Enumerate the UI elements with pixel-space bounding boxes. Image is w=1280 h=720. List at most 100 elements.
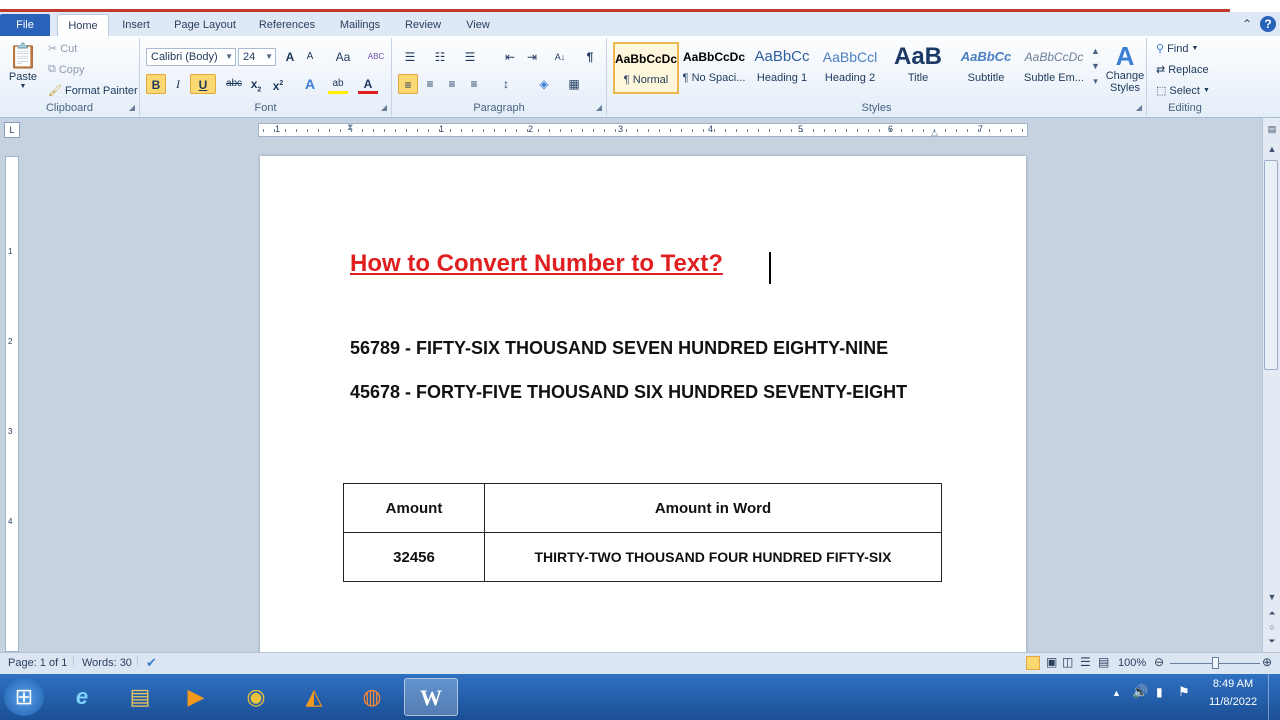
font-name-combo[interactable]: Calibri (Body) ▼ (146, 48, 236, 66)
internet-explorer-icon[interactable]: e (62, 678, 102, 716)
clock-time[interactable]: 8:49 AM (1206, 678, 1260, 690)
tab-selector[interactable]: L (4, 122, 20, 138)
text-effects-button[interactable]: A (300, 74, 320, 94)
firefox-icon[interactable]: ◍ (352, 678, 392, 716)
zoom-level[interactable]: 100% (1118, 657, 1146, 669)
styles-scroll[interactable]: ▲ ▼ ▾ (1091, 46, 1100, 87)
vertical-ruler[interactable]: 1 2 3 4 (5, 156, 19, 652)
align-right-button[interactable]: ≡ (442, 74, 462, 94)
full-screen-icon[interactable]: ▣ (1046, 655, 1057, 669)
dialog-launcher-icon[interactable]: ◢ (129, 103, 135, 112)
numbering-button[interactable]: ☷ (430, 47, 450, 67)
tab-page-layout[interactable]: Page Layout (168, 14, 242, 36)
show-desktop-button[interactable] (1268, 674, 1280, 720)
underline-button[interactable]: U (190, 74, 216, 94)
start-button[interactable]: ⊞ (4, 678, 44, 716)
shrink-font-button[interactable]: A (300, 47, 320, 67)
cut-button[interactable]: ✂ Cut (48, 42, 77, 56)
scroll-up-icon[interactable]: ▲ (1265, 142, 1279, 156)
table-header[interactable]: Amount in Word (484, 483, 942, 533)
web-layout-icon[interactable]: ◫ (1062, 655, 1073, 669)
table-header[interactable]: Amount (343, 483, 485, 533)
zoom-in-icon[interactable]: ⊕ (1262, 655, 1272, 669)
next-page-icon[interactable]: ⏷ (1265, 634, 1279, 648)
tab-home[interactable]: Home (57, 14, 109, 36)
horizontal-ruler[interactable]: 1 1 2 3 4 5 6 7 ⧗ △ (258, 122, 1028, 137)
chrome-icon[interactable]: ◉ (236, 678, 276, 716)
tab-view[interactable]: View (458, 14, 498, 36)
sort-button[interactable]: A↓ (550, 47, 570, 67)
italic-button[interactable]: I (168, 74, 188, 94)
highlight-button[interactable]: ab (328, 74, 348, 94)
style-no-spacing[interactable]: AaBbCcDc ¶ No Spaci... (681, 42, 747, 94)
find-button[interactable]: ⚲ Find ▼ (1156, 42, 1198, 56)
zoom-slider-thumb[interactable] (1212, 657, 1219, 669)
action-center-icon[interactable]: ⚑ (1178, 684, 1190, 700)
word-count[interactable]: Words: 30 (82, 657, 132, 669)
table-cell[interactable]: THIRTY-TWO THOUSAND FOUR HUNDRED FIFTY-S… (484, 532, 942, 582)
increase-indent-button[interactable]: ⇥ (522, 47, 542, 67)
clear-formatting-button[interactable]: ABC (366, 47, 386, 67)
scroll-down-icon[interactable]: ▼ (1265, 590, 1279, 604)
ruler-toggle-icon[interactable]: ▤ (1265, 122, 1279, 136)
tray-expand-icon[interactable]: ▲ (1112, 688, 1121, 698)
tab-review[interactable]: Review (400, 14, 446, 36)
clock-date[interactable]: 11/8/2022 (1206, 696, 1260, 708)
style-heading-1[interactable]: AaBbCc Heading 1 (749, 42, 815, 94)
multilevel-list-button[interactable]: ☰ (460, 47, 480, 67)
table-cell[interactable]: 32456 (343, 532, 485, 582)
style-subtle-emphasis[interactable]: AaBbCcDc Subtle Em... (1021, 42, 1087, 94)
dialog-launcher-icon[interactable]: ◢ (596, 103, 602, 112)
network-icon[interactable]: ▮ (1156, 685, 1163, 699)
document-title[interactable]: How to Convert Number to Text? (350, 250, 723, 278)
zoom-out-icon[interactable]: ⊖ (1154, 655, 1164, 669)
line-spacing-button[interactable]: ↕ (496, 74, 516, 94)
word-taskbar-icon[interactable]: W (404, 678, 458, 716)
tab-file[interactable]: File (0, 14, 50, 36)
style-heading-2[interactable]: AaBbCcl Heading 2 (817, 42, 883, 94)
volume-icon[interactable]: 🔊 (1132, 684, 1148, 700)
change-styles-button[interactable]: A Change Styles (1103, 42, 1147, 94)
media-player-icon[interactable]: ▶ (176, 678, 216, 716)
document-line[interactable]: 45678 - FORTY-FIVE THOUSAND SIX HUNDRED … (350, 382, 907, 403)
replace-button[interactable]: ⇄ Replace (1156, 63, 1209, 77)
select-button[interactable]: ⬚ Select ▼ (1156, 84, 1210, 98)
font-color-button[interactable]: A (358, 74, 378, 94)
scroll-thumb[interactable] (1264, 160, 1278, 370)
center-button[interactable]: ≡ (420, 74, 440, 94)
dialog-launcher-icon[interactable]: ◢ (1136, 103, 1142, 112)
dialog-launcher-icon[interactable]: ◢ (381, 103, 387, 112)
help-icon[interactable]: ? (1260, 16, 1276, 32)
page-count[interactable]: Page: 1 of 1 (8, 657, 67, 669)
tab-mailings[interactable]: Mailings (332, 14, 388, 36)
outline-icon[interactable]: ☰ (1080, 655, 1091, 669)
align-left-button[interactable]: ≡ (398, 74, 418, 94)
copy-button[interactable]: ⧉ Copy (48, 63, 85, 76)
print-layout-icon[interactable] (1026, 656, 1040, 670)
show-hide-button[interactable]: ¶ (580, 47, 600, 67)
tab-insert[interactable]: Insert (116, 14, 156, 36)
previous-page-icon[interactable]: ⏶ (1265, 606, 1279, 620)
style-title[interactable]: AaB Title (885, 42, 951, 94)
amount-table[interactable]: Amount Amount in Word 32456 THIRTY-TWO T… (343, 483, 942, 582)
change-case-button[interactable]: Aa (330, 47, 356, 67)
bold-button[interactable]: B (146, 74, 166, 94)
strikethrough-button[interactable]: abc (224, 74, 244, 94)
borders-button[interactable]: ▦ (564, 74, 584, 94)
font-size-combo[interactable]: 24 ▼ (238, 48, 276, 66)
file-explorer-icon[interactable]: ▤ (120, 678, 160, 716)
style-normal[interactable]: AaBbCcDc ¶ Normal (613, 42, 679, 94)
collapse-ribbon-icon[interactable]: ⌃ (1238, 16, 1256, 32)
tab-references[interactable]: References (254, 14, 320, 36)
subscript-button[interactable]: x2 (246, 74, 266, 94)
shading-button[interactable]: ◈ (534, 74, 554, 94)
superscript-button[interactable]: x2 (268, 74, 288, 94)
bullets-button[interactable]: ☰ (400, 47, 420, 67)
vlc-icon[interactable]: ◭ (294, 678, 334, 716)
proofing-icon[interactable]: ✔ (146, 655, 157, 671)
style-subtitle[interactable]: AaBbCc Subtitle (953, 42, 1019, 94)
document-line[interactable]: 56789 - FIFTY-SIX THOUSAND SEVEN HUNDRED… (350, 338, 888, 359)
browse-object-icon[interactable]: ○ (1265, 620, 1279, 634)
justify-button[interactable]: ≡ (464, 74, 484, 94)
paste-button[interactable]: 📋 Paste ▼ (8, 42, 38, 90)
